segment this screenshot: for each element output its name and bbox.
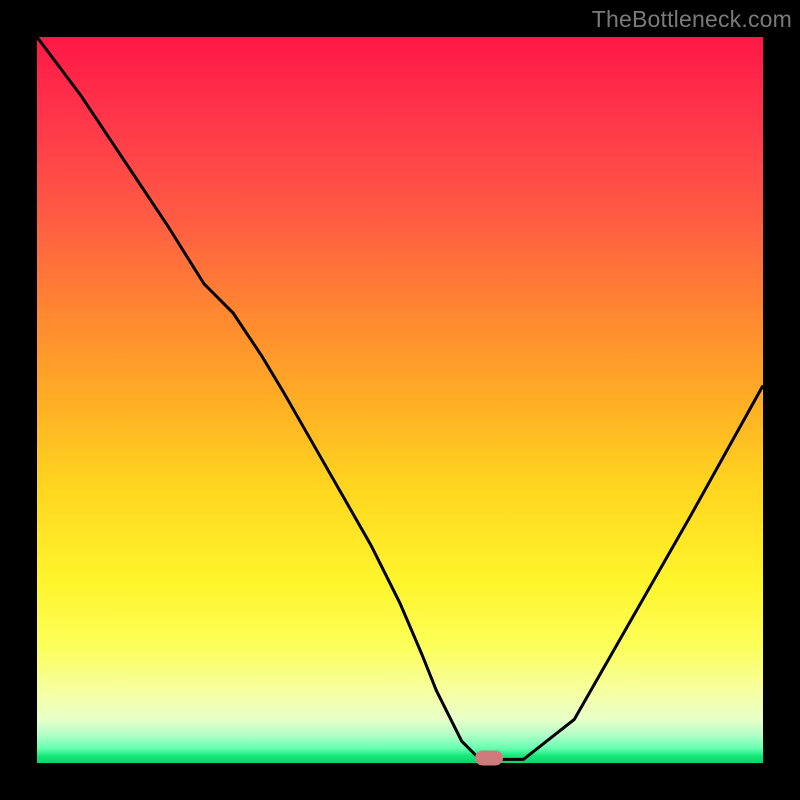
- curve-path: [37, 37, 763, 759]
- bottleneck-curve: [37, 37, 763, 763]
- watermark-text: TheBottleneck.com: [592, 6, 792, 33]
- optimum-marker: [475, 750, 503, 765]
- chart-frame: TheBottleneck.com: [0, 0, 800, 800]
- plot-area: [37, 37, 763, 763]
